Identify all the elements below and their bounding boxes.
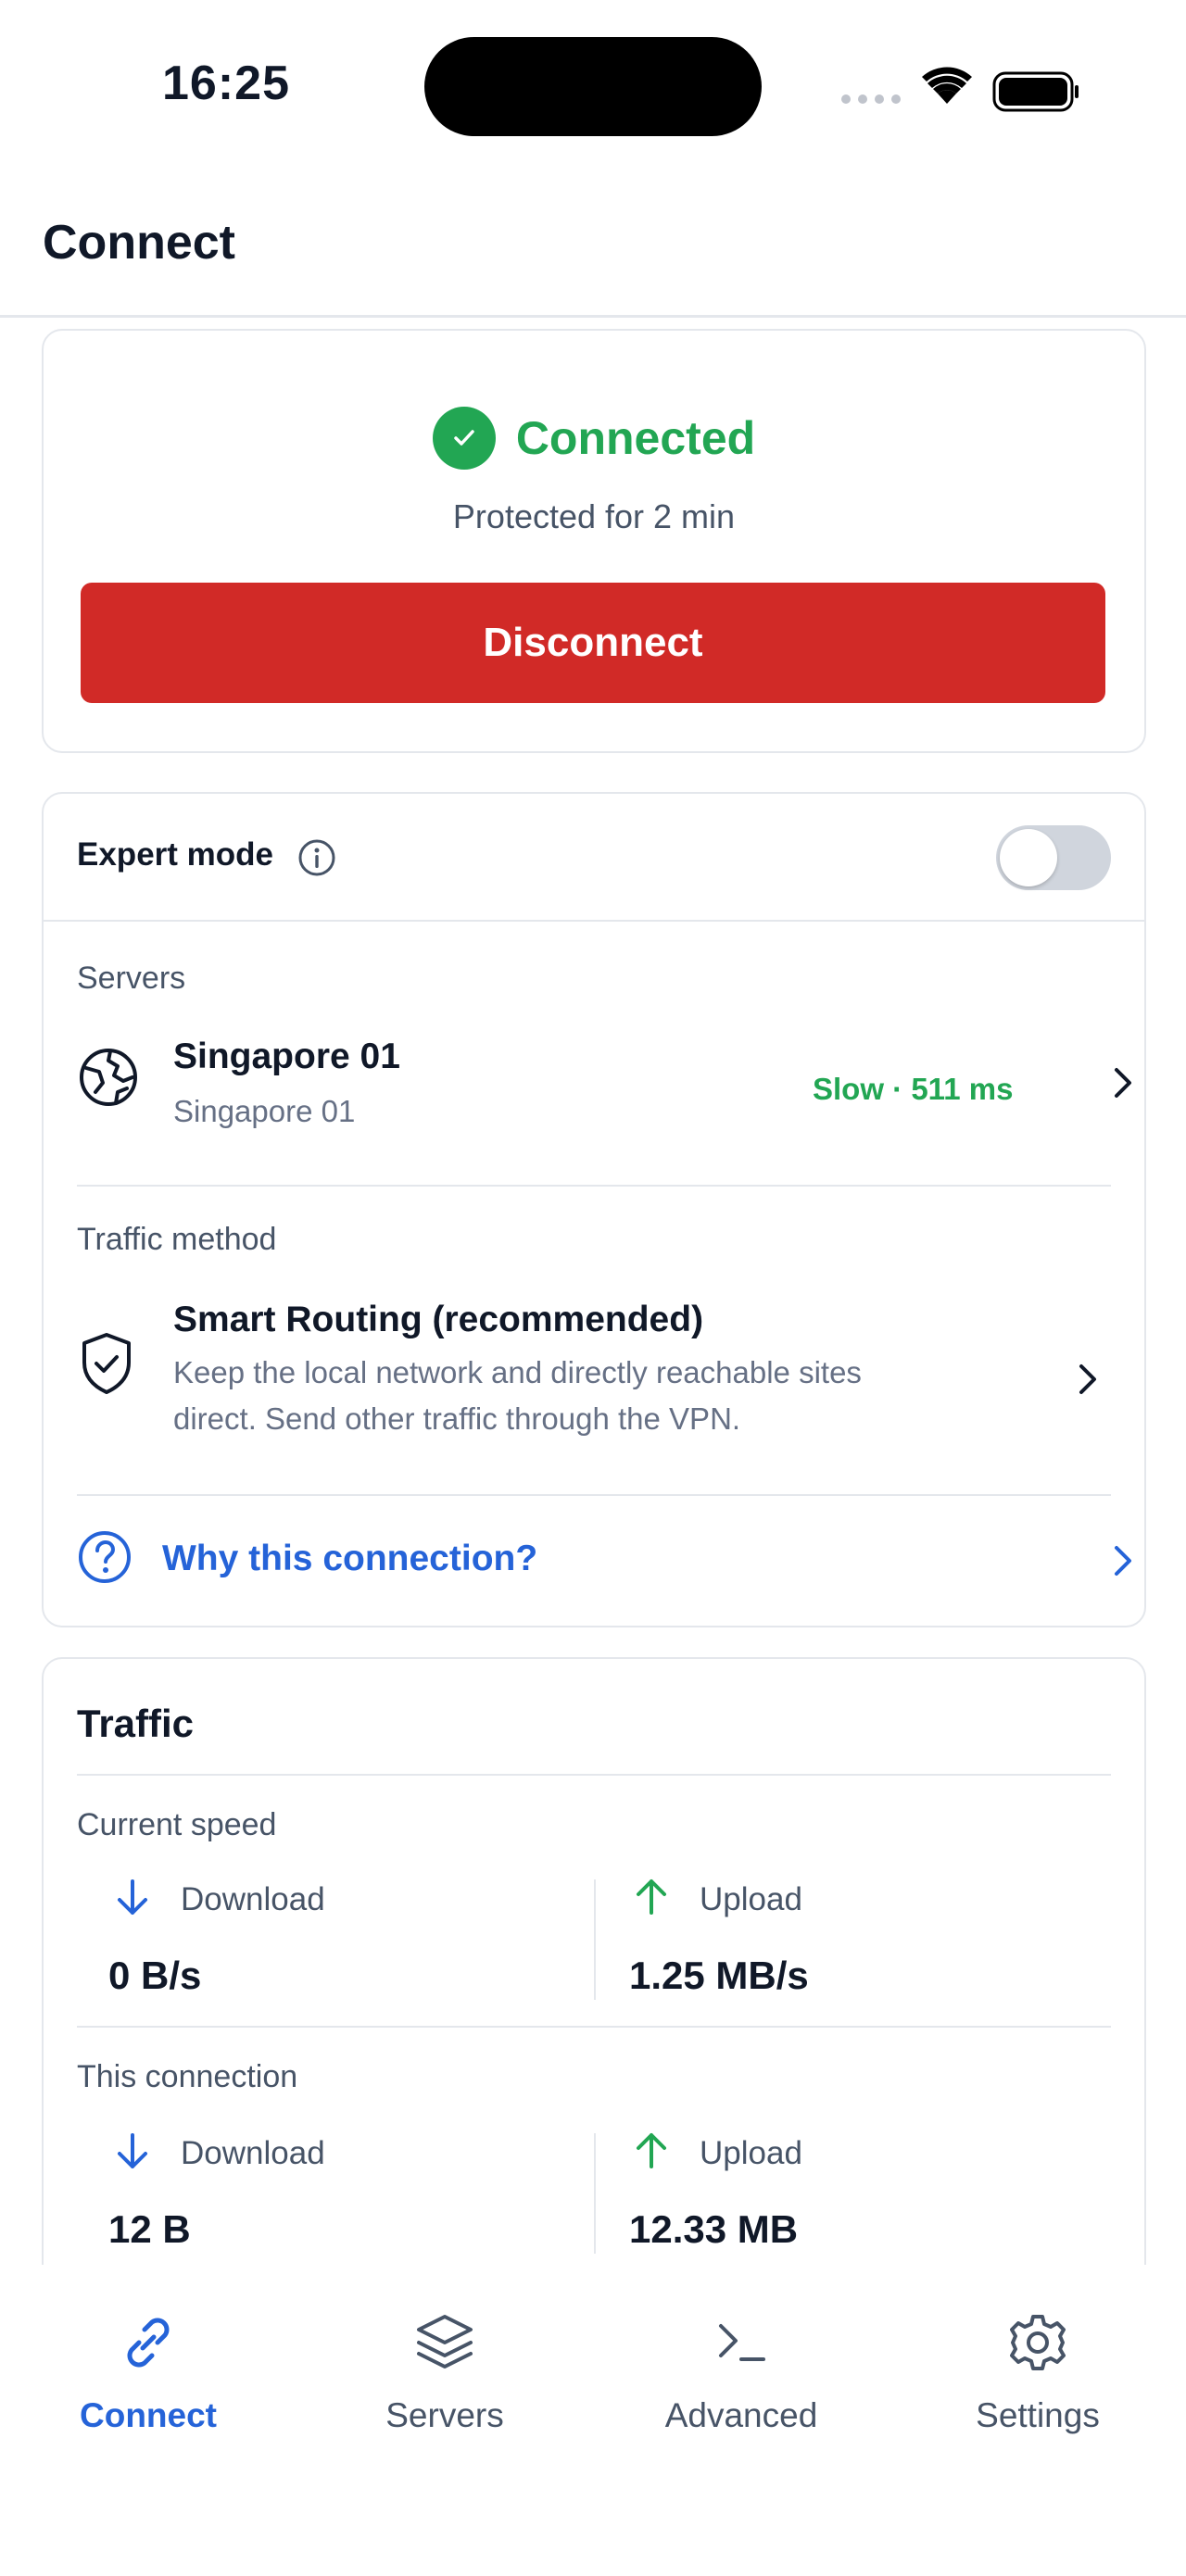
tab-advanced[interactable]: Advanced [621,2309,862,2435]
chevron-right-icon [1109,1064,1137,1106]
tab-label: Settings [976,2396,1100,2434]
disconnect-button[interactable]: Disconnect [81,583,1105,703]
connection-upload-label: Upload [700,2135,802,2171]
wifi-icon [922,67,972,104]
tab-label: Connect [80,2396,217,2434]
globe-icon [77,1046,140,1113]
page-header: Connect [0,176,1186,318]
gear-icon [1010,2315,1066,2370]
terminal-icon [719,2324,765,2361]
dynamic-island [424,37,762,136]
chevron-right-icon [1109,1542,1137,1584]
why-connection-link[interactable]: Why this connection? [162,1539,537,1579]
expert-mode-toggle[interactable] [996,825,1111,890]
traffic-method-label: Traffic method [77,1222,277,1257]
layers-icon [417,2315,473,2369]
arrow-down-icon [112,2131,153,2177]
divider [77,1494,1111,1496]
status-icons [839,61,1079,121]
traffic-method-desc-line2: direct. Send other traffic through the V… [173,1401,741,1436]
traffic-method-title: Smart Routing (recommended) [173,1300,704,1339]
vertical-divider [594,1879,596,2000]
expert-mode-label: Expert mode [77,836,273,873]
server-location: Singapore 01 [173,1094,356,1128]
help-circle-icon [77,1529,132,1590]
divider [77,2026,1111,2028]
expert-card: Expert mode Servers Singapore 01 Singapo… [42,792,1146,1627]
current-upload-value: 1.25 MB/s [629,1954,809,1997]
vertical-divider [594,2133,596,2254]
servers-section-label: Servers [77,961,186,996]
info-icon[interactable] [297,838,336,882]
status-bar: 16:25 [0,0,1186,176]
connection-upload-value: 12.33 MB [629,2207,799,2251]
tab-connect[interactable]: Connect [28,2309,269,2435]
current-upload-label: Upload [700,1881,802,1917]
divider [77,1774,1111,1776]
tab-label: Advanced [664,2396,818,2434]
tab-label: Servers [385,2396,504,2434]
connection-card: Connected Protected for 2 min Disconnect [42,329,1146,753]
this-connection-label: This connection [77,2059,298,2094]
arrow-up-icon [631,2130,672,2175]
traffic-card: Traffic Current speed Download 0 B/s Upl… [42,1657,1146,2265]
divider [77,1185,1111,1187]
status-time: 16:25 [162,57,290,110]
tab-settings[interactable]: Settings [917,2309,1158,2435]
toggle-knob [1000,829,1057,886]
traffic-method-desc-line1: Keep the local network and directly reac… [173,1355,862,1389]
page-title: Connect [43,216,235,270]
link-icon [127,2318,170,2368]
arrow-down-icon [112,1878,153,1923]
protected-duration: Protected for 2 min [452,497,736,535]
tab-bar: Connect Servers Advanced Settings [0,2265,1186,2576]
battery-icon [992,71,1079,112]
server-latency: Slow · 511 ms [813,1072,1014,1106]
arrow-up-icon [631,1876,672,1921]
chevron-right-icon [1074,1361,1102,1402]
expert-mode-row: Expert mode [44,794,1144,922]
traffic-title: Traffic [77,1702,195,1745]
cellular-signal-icon [841,94,901,104]
current-speed-label: Current speed [77,1807,277,1842]
server-name: Singapore 01 [173,1037,400,1076]
check-icon [432,407,496,470]
shield-check-icon [77,1331,136,1401]
connection-status: Connected [44,407,1144,470]
connection-download-label: Download [181,2135,325,2171]
tab-servers[interactable]: Servers [324,2309,565,2435]
connection-status-text: Connected [515,412,756,464]
connection-download-value: 12 B [108,2207,191,2251]
current-download-label: Download [181,1881,325,1917]
current-download-value: 0 B/s [108,1954,202,1997]
content-scroll[interactable]: Connected Protected for 2 min Disconnect… [0,318,1186,2265]
